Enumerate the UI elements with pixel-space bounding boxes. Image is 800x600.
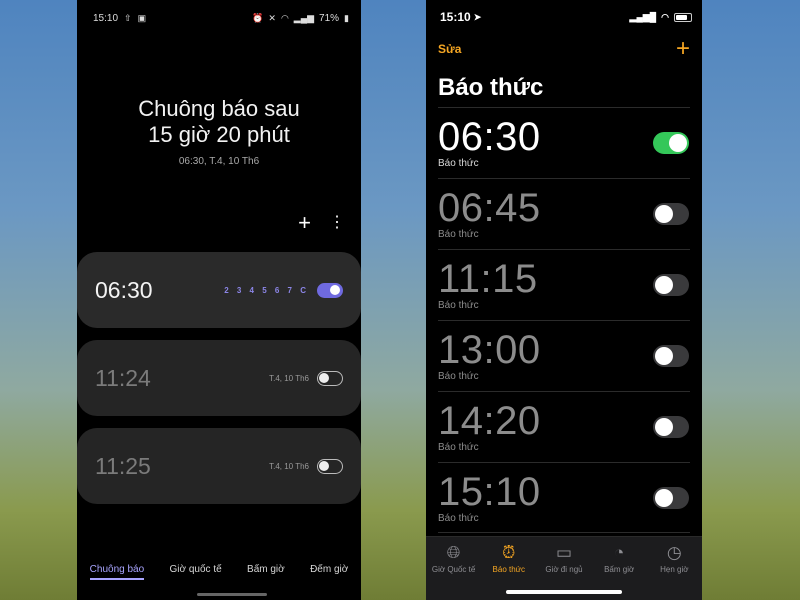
battery-icon: ▮ <box>344 12 349 23</box>
alarm-date: T.4, 10 Th6 <box>269 461 309 471</box>
image-icon: ▣ <box>137 12 147 23</box>
tab-label: Giờ Quốc tế <box>431 565 476 574</box>
alarm-toggle[interactable] <box>653 486 689 509</box>
more-vertical-icon[interactable]: ⋮ <box>329 215 345 231</box>
alarm-label: Báo thức <box>438 371 479 382</box>
alarm-row[interactable]: 06:30 Báo thức <box>438 107 690 178</box>
globe-icon: 🌐︎ <box>446 543 461 562</box>
alarm-label: Báo thức <box>438 229 479 240</box>
alarm-row[interactable]: 11:15 Báo thức <box>438 249 690 320</box>
alarm-label: Báo thức <box>438 442 479 453</box>
alarm-clock-icon: ⏰︎ <box>502 543 516 562</box>
alarm-toggle[interactable] <box>317 282 343 298</box>
alarm-repeat-days: 2 3 4 5 6 7 C <box>224 285 309 295</box>
alarm-label: Báo thức <box>438 300 479 311</box>
gesture-handle[interactable] <box>197 593 267 596</box>
tab-world-clock[interactable]: Giờ quốc tế <box>170 564 222 578</box>
mute-icon: ✕ <box>268 12 276 23</box>
next-alarm-date: 06:30, T.4, 10 Th6 <box>178 156 260 167</box>
alarm-card[interactable]: 06:30 2 3 4 5 6 7 C <box>77 252 361 328</box>
home-indicator[interactable] <box>506 590 622 594</box>
alarm-time: 11:24 <box>95 364 151 391</box>
alarm-toggle[interactable] <box>653 345 689 367</box>
wifi-icon: ◠ <box>661 11 669 22</box>
alarm-time: 11:25 <box>95 452 151 479</box>
alarm-row[interactable]: 14:20 Báo thức <box>438 391 690 462</box>
tab-label: Báo thức <box>492 565 526 574</box>
alarm-time: 06:30 <box>95 276 153 303</box>
status-time: 15:10 <box>440 10 471 24</box>
status-time: 15:10 <box>93 12 119 24</box>
alarm-time: 14:20 <box>438 399 541 443</box>
signal-icon: ▂▄▆ <box>293 12 315 23</box>
plus-icon[interactable]: + <box>298 212 311 234</box>
alarm-card[interactable]: 11:24 T.4, 10 Th6 <box>77 340 361 416</box>
alarm-row[interactable]: 13:00 Báo thức <box>438 320 690 391</box>
signal-icon: ▂▄▆█ <box>629 11 657 22</box>
tab-world-clock[interactable]: 🌐︎ Giờ Quốc tế <box>426 543 481 600</box>
alarm-row[interactable]: 06:45 Báo thức <box>438 178 690 249</box>
alarm-toolbar: + ⋮ <box>298 212 345 234</box>
page-title: Báo thức <box>438 74 544 101</box>
android-bottom-nav: Chuông báo Giờ quốc tế Bấm giờ Đếm giờ <box>77 564 361 580</box>
tab-timer[interactable]: Đếm giờ <box>310 564 348 578</box>
alarm-time: 15:10 <box>438 469 541 514</box>
edit-button[interactable]: Sửa <box>438 42 461 56</box>
alarm-date: T.4, 10 Th6 <box>269 373 309 383</box>
tab-timer[interactable]: ◷ Hẹn giờ <box>647 543 702 600</box>
tab-alarm[interactable]: Chuông báo <box>89 564 144 580</box>
tab-label: Giờ đi ngủ <box>545 565 583 574</box>
next-alarm-line2: 15 giờ 20 phút <box>148 122 290 147</box>
add-alarm-button[interactable]: + <box>676 37 690 61</box>
tab-stopwatch[interactable]: Bấm giờ <box>247 564 285 578</box>
tab-label: Hẹn giờ <box>660 565 689 574</box>
wifi-icon: ◠ <box>280 12 289 23</box>
battery-percent: 71% <box>319 12 340 24</box>
android-clock-screen: 15:10 ⇧ ▣ ⏰ ✕ ◠ ▂▄▆ 71% ▮ Chuông báo sau… <box>77 0 361 600</box>
alarm-list: 06:30 Báo thức 06:45 Báo thức 11:15 Báo thứ… <box>438 107 690 533</box>
alarm-status-icon: ⏰ <box>252 12 264 23</box>
next-alarm-line1: Chuông báo sau <box>138 96 300 121</box>
alarm-toggle[interactable] <box>653 132 689 154</box>
alarm-time: 13:00 <box>438 328 541 372</box>
alarm-time: 06:30 <box>438 115 541 159</box>
tab-label: Bấm giờ <box>604 565 635 574</box>
stopwatch-icon: ◔ <box>614 543 625 562</box>
alarm-label: Báo thức <box>438 512 479 524</box>
ios-status-bar: 15:10 ➤ ▂▄▆█ ◠ <box>440 9 692 25</box>
alarm-row[interactable]: 15:10 Báo thức <box>438 462 690 533</box>
next-alarm-summary: Chuông báo sau 15 giờ 20 phút 06:30, T.4… <box>77 96 361 167</box>
alarm-time: 06:45 <box>438 186 541 230</box>
alarm-time: 11:15 <box>438 257 538 301</box>
alarm-card[interactable]: 11:25 T.4, 10 Th6 <box>77 428 361 504</box>
alarm-toggle[interactable] <box>317 370 343 386</box>
alarm-label: Báo thức <box>438 158 479 169</box>
bed-icon: ▭ <box>555 543 572 562</box>
alarm-toggle[interactable] <box>653 203 689 225</box>
alarm-toggle[interactable] <box>653 274 689 296</box>
location-arrow-icon: ➤ <box>473 11 482 22</box>
ios-nav-bar: Sửa + <box>438 37 690 61</box>
ios-clock-screen: 15:10 ➤ ▂▄▆█ ◠ Sửa + Báo thức 06:30 Báo t… <box>426 0 702 600</box>
alarm-toggle[interactable] <box>317 458 343 474</box>
android-status-bar: 15:10 ⇧ ▣ ⏰ ✕ ◠ ▂▄▆ 71% ▮ <box>93 10 349 26</box>
alarm-toggle[interactable] <box>653 416 689 438</box>
battery-icon <box>674 12 692 22</box>
upload-icon: ⇧ <box>124 12 132 23</box>
timer-icon: ◷ <box>666 543 682 562</box>
